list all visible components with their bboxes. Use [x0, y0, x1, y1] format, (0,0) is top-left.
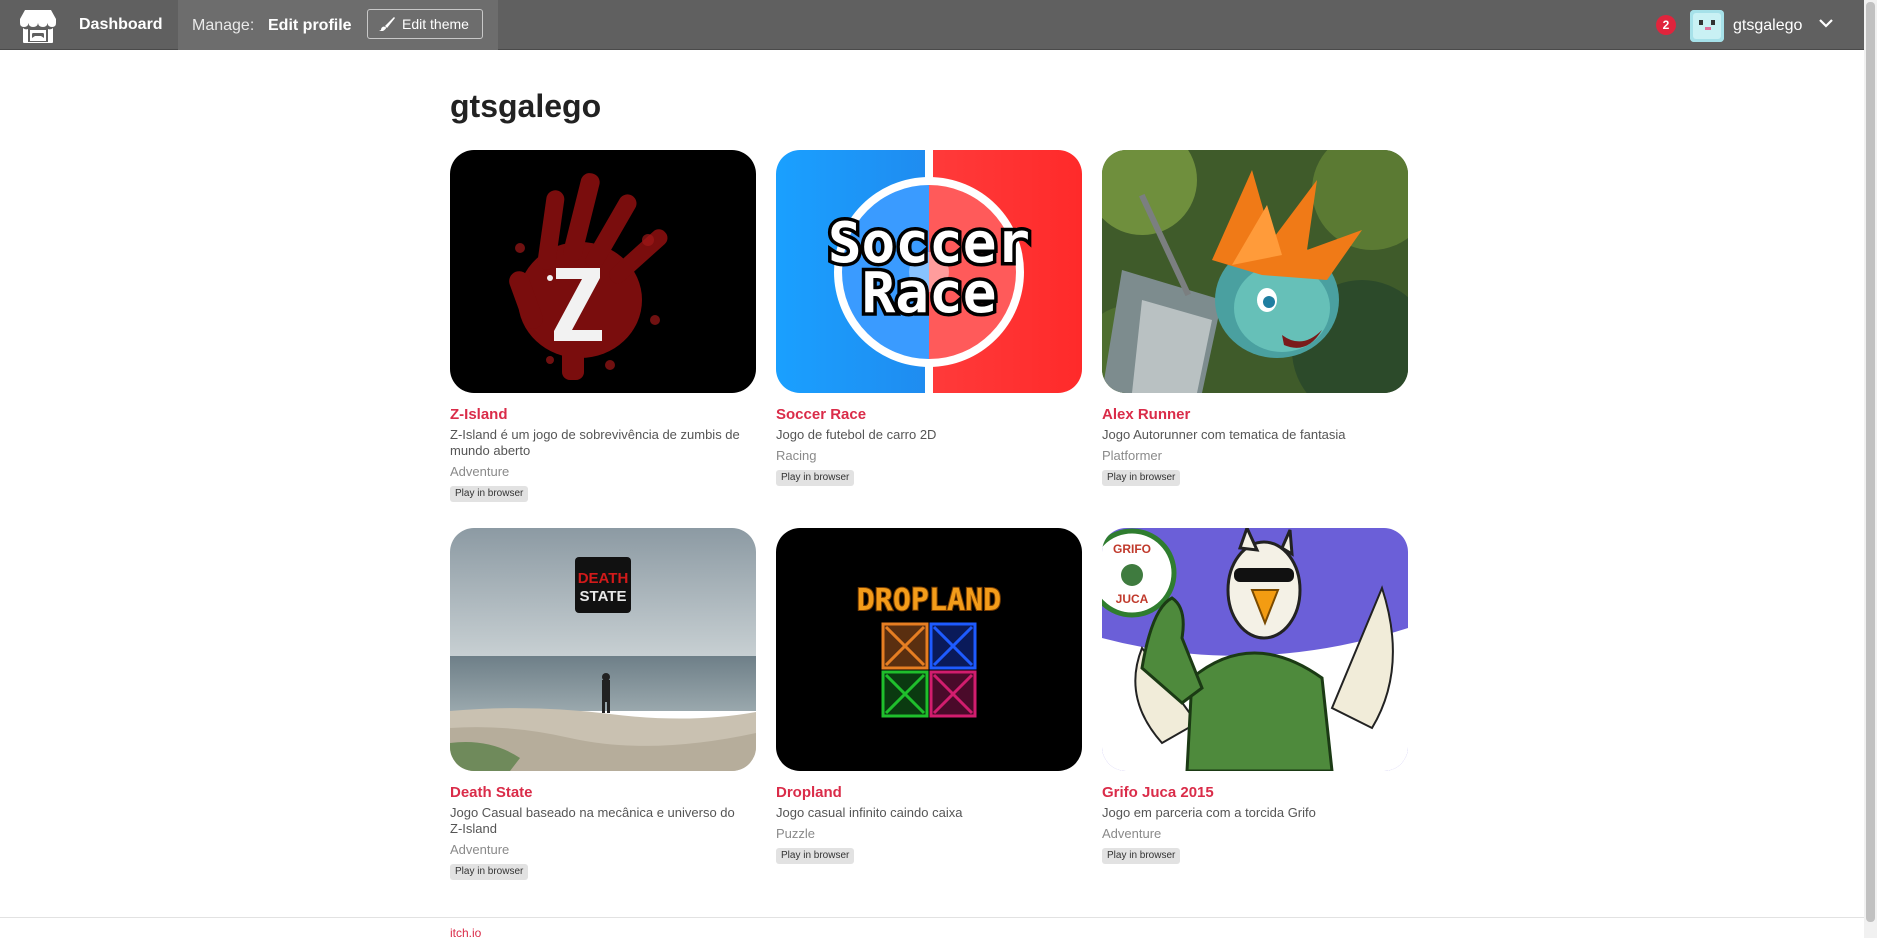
footer-itchio-link[interactable]: itch.io	[450, 926, 481, 938]
edit-theme-button[interactable]: Edit theme	[367, 9, 483, 39]
game-description: Jogo de futebol de carro 2D	[776, 427, 937, 442]
game-genre: Adventure	[450, 842, 510, 857]
play-in-browser-tag: Play in browser	[450, 864, 529, 880]
game-cell: Soccer Race Soccer Race Jogo de futebol …	[776, 150, 1082, 528]
footer-divider	[0, 917, 1864, 918]
game-title-link[interactable]: Dropland	[776, 783, 1082, 802]
avatar-image	[1690, 10, 1724, 42]
game-title-link[interactable]: Death State	[450, 783, 756, 802]
game-cell: DROPLAND Dropland Jogo casual infinito c…	[776, 528, 1082, 906]
soccer-race-cover-text-2: Race	[862, 261, 997, 326]
game-thumbnail[interactable]: DROPLAND	[776, 528, 1082, 771]
page-scrollbar[interactable]	[1864, 0, 1877, 938]
play-in-browser-tag: Play in browser	[776, 470, 855, 486]
notification-badge[interactable]: 2	[1656, 15, 1676, 35]
game-cell: Z-Island Z-Island é um jogo de sobrevivê…	[450, 150, 756, 528]
play-in-browser-tag: Play in browser	[450, 486, 529, 502]
game-title-link[interactable]: Z-Island	[450, 405, 756, 424]
avatar[interactable]	[1690, 10, 1724, 42]
game-genre: Racing	[776, 448, 817, 463]
itchio-logo-icon[interactable]	[19, 6, 57, 44]
edit-theme-label: Edit theme	[402, 16, 469, 32]
game-thumbnail[interactable]: DEATH STATE	[450, 528, 756, 771]
game-grid: Z-Island Z-Island é um jogo de sobrevivê…	[450, 150, 1410, 906]
page-title: gtsgalego	[450, 88, 602, 124]
z-island-cover-image	[450, 150, 756, 393]
scrollbar-thumb[interactable]	[1866, 2, 1875, 922]
grifo-juca-badge-text-2: JUCA	[1116, 592, 1149, 606]
game-genre: Adventure	[450, 464, 510, 479]
game-cell: DEATH STATE Death State Jogo Casual base…	[450, 528, 756, 906]
death-state-cover-text-1: DEATH	[578, 570, 629, 587]
grifo-juca-badge-text-1: GRIFO	[1113, 542, 1151, 556]
game-cell: GRIFO JUCA Grifo Juca 2015 Jogo em parce…	[1102, 528, 1408, 906]
manage-section: Manage: Edit profile Edit theme	[178, 0, 498, 50]
top-navigation-bar: Dashboard Manage: Edit profile Edit them…	[0, 0, 1864, 50]
dashboard-link[interactable]: Dashboard	[79, 0, 163, 50]
paintbrush-icon	[379, 17, 395, 31]
game-cell: Alex Runner Jogo Autorunner com tematica…	[1102, 150, 1408, 528]
username-label[interactable]: gtsgalego	[1733, 0, 1802, 52]
manage-label: Manage:	[192, 17, 255, 34]
death-state-cover-text-2: STATE	[580, 588, 627, 605]
game-thumbnail[interactable]	[1102, 150, 1408, 393]
game-thumbnail[interactable]: GRIFO JUCA	[1102, 528, 1408, 771]
dropland-cover-image: DROPLAND	[776, 528, 1082, 771]
grifo-juca-cover-image: GRIFO JUCA	[1102, 528, 1408, 771]
game-title-link[interactable]: Alex Runner	[1102, 405, 1408, 424]
game-genre: Puzzle	[776, 826, 816, 841]
edit-profile-link[interactable]: Edit profile	[268, 0, 352, 52]
soccer-race-cover-image: Soccer Race	[776, 150, 1082, 393]
game-description: Jogo em parceria com a torcida Grifo	[1102, 805, 1316, 820]
chevron-down-icon[interactable]	[1818, 17, 1834, 29]
game-genre: Platformer	[1102, 448, 1162, 463]
alex-runner-cover-image	[1102, 150, 1408, 393]
dropland-cover-text: DROPLAND	[857, 583, 1002, 618]
game-genre: Adventure	[1102, 826, 1162, 841]
play-in-browser-tag: Play in browser	[1102, 848, 1181, 864]
game-title-link[interactable]: Grifo Juca 2015	[1102, 783, 1408, 802]
game-description: Jogo Casual baseado na mecânica e univer…	[450, 805, 735, 836]
game-thumbnail[interactable]	[450, 150, 756, 393]
game-title-link[interactable]: Soccer Race	[776, 405, 1082, 424]
death-state-cover-image: DEATH STATE	[450, 528, 756, 771]
game-thumbnail[interactable]: Soccer Race	[776, 150, 1082, 393]
game-description: Jogo casual infinito caindo caixa	[776, 805, 963, 820]
play-in-browser-tag: Play in browser	[776, 848, 855, 864]
play-in-browser-tag: Play in browser	[1102, 470, 1181, 486]
game-description: Jogo Autorunner com tematica de fantasia	[1102, 427, 1346, 442]
game-description: Z-Island é um jogo de sobrevivência de z…	[450, 427, 740, 458]
page: Dashboard Manage: Edit profile Edit them…	[0, 0, 1877, 938]
